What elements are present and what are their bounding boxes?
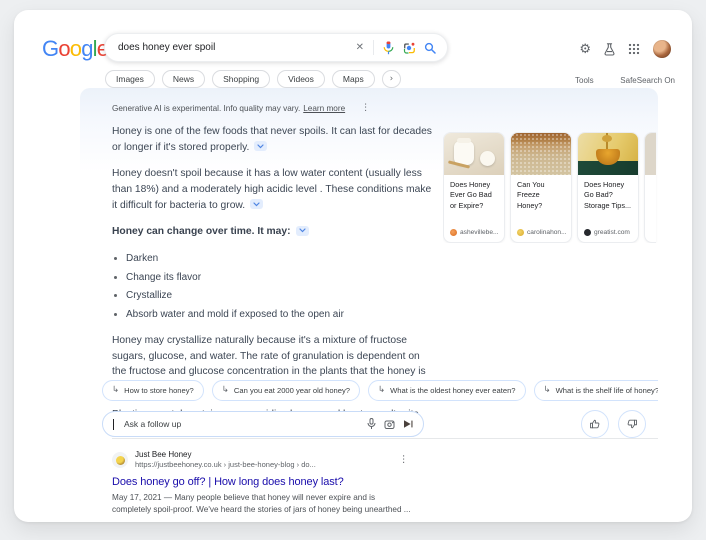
card-title: Does Honey Go Bad? Storage Tips... [578,175,638,229]
card-title: Does Honey Ever Go Bad or Expire? [444,175,504,229]
source-card[interactable]: Does Honey Go Bad? Storage Tips... great… [577,132,639,243]
logo-letter: g [81,36,92,61]
google-logo[interactable]: Google [42,36,108,62]
result-snippet: May 17, 2021 — Many people believe that … [112,492,412,517]
lens-icon[interactable] [403,42,415,54]
thumbs-up-button[interactable] [581,410,609,438]
result-source-row[interactable]: Just Bee Honey https://justbeehoney.co.u… [112,450,492,470]
ai-disclaimer-text: Generative AI is experimental. Info qual… [112,104,300,113]
site-favicon [450,229,457,236]
generative-ai-panel: Generative AI is experimental. Info qual… [80,88,658,438]
thumbs-down-button[interactable] [618,410,646,438]
more-tabs-button[interactable]: › [382,70,401,88]
card-image-honey-dipper [578,133,638,175]
tab-images[interactable]: Images [105,70,155,88]
tools-button[interactable]: Tools [575,76,594,85]
bee-favicon [112,452,128,468]
result-site-name: Just Bee Honey [135,450,316,460]
result-title-link[interactable]: Does honey go off? | How long does honey… [112,476,492,488]
ask-followup-box[interactable] [102,411,424,437]
ai-disclaimer: Generative AI is experimental. Info qual… [112,103,370,113]
source-card[interactable]: Can You Freeze Honey? carolinahon... [510,132,572,243]
card-title: Can You Freeze Honey? [511,175,571,229]
logo-letter: G [42,36,58,61]
send-icon[interactable] [403,419,413,429]
tab-maps[interactable]: Maps [332,70,375,88]
settings-gear-icon[interactable]: ⚙ [579,43,591,56]
clear-icon[interactable]: ✕ [356,42,364,53]
followup-chip[interactable]: ↳How to store honey? [102,380,204,401]
followup-chip[interactable]: ↳Can you eat 2000 year old honey? [212,380,360,401]
search-input[interactable] [116,41,347,54]
followup-chips: ↳How to store honey? ↳Can you eat 2000 y… [102,380,658,401]
ai-bullet: Crystallize [126,288,436,303]
ai-bullet: Absorb water and mold if exposed to the … [126,307,436,322]
labs-flask-icon[interactable] [604,43,615,56]
ai-source-cards: Does Honey Ever Go Bad or Expire? ashevi… [443,132,658,243]
browser-page: Google ✕ [14,10,692,522]
followup-chip[interactable]: ↳What is the shelf life of honey? [534,380,658,401]
site-favicon [584,229,591,236]
ai-bullet: Darken [126,251,436,266]
followup-arrow-icon: ↳ [222,386,229,395]
mic-icon[interactable] [383,41,394,55]
ai-paragraph: Honey is one of the few foods that never… [112,124,436,155]
source-chevron-icon[interactable] [250,199,263,209]
learn-more-link[interactable]: Learn more [303,104,345,113]
apps-grid-icon[interactable] [628,43,640,55]
card-source: carolinahon... [511,229,571,242]
logo-letter: o [58,36,69,61]
mic-icon[interactable] [367,418,376,430]
ai-feedback [581,410,646,438]
header-actions: ⚙ [579,40,671,58]
tab-shopping[interactable]: Shopping [212,70,270,88]
followup-arrow-icon: ↳ [544,386,551,395]
logo-letter: o [70,36,81,61]
source-chevron-icon[interactable] [254,141,267,151]
card-image-partial [645,133,656,175]
followup-arrow-icon: ↳ [378,386,385,395]
followup-chip[interactable]: ↳What is the oldest honey ever eaten? [368,380,526,401]
search-filter-tabs: Images News Shopping Videos Maps › [105,70,401,88]
lens-icon[interactable] [384,419,395,430]
section-divider [112,438,658,439]
ask-followup-row [102,411,424,437]
card-image-honey-pot [444,133,504,175]
card-source: ashevillebe... [444,229,504,242]
safesearch-toggle[interactable]: SafeSearch On [620,76,675,85]
ai-list-heading: Honey can change over time. It may: [112,224,436,240]
text-cursor [113,419,114,430]
tab-news[interactable]: News [162,70,205,88]
ai-paragraph: Honey doesn't spoil because it has a low… [112,166,436,213]
search-bar[interactable]: ✕ [104,33,448,62]
ask-followup-input[interactable] [122,418,359,430]
header-sub-row: Tools SafeSearch On [575,76,675,85]
result-url: https://justbeehoney.co.uk › just-bee-ho… [135,460,316,470]
search-icon[interactable] [424,42,436,54]
ai-bullet-list: Darken Change its flavor Crystallize Abs… [112,251,436,322]
source-card-partial[interactable] [644,132,656,243]
source-card[interactable]: Does Honey Ever Go Bad or Expire? ashevi… [443,132,505,243]
card-source: greatist.com [578,229,638,242]
site-favicon [517,229,524,236]
search-result: Just Bee Honey https://justbeehoney.co.u… [112,450,492,517]
tab-videos[interactable]: Videos [277,70,325,88]
profile-avatar[interactable] [653,40,671,58]
ai-bullet: Change its flavor [126,270,436,285]
source-chevron-icon[interactable] [296,226,309,236]
followup-arrow-icon: ↳ [112,386,119,395]
ai-overflow-menu-icon[interactable]: ⋮ [361,103,370,113]
divider [373,40,374,55]
card-image-honeycomb [511,133,571,175]
result-overflow-menu-icon[interactable]: ⋮ [399,454,409,465]
